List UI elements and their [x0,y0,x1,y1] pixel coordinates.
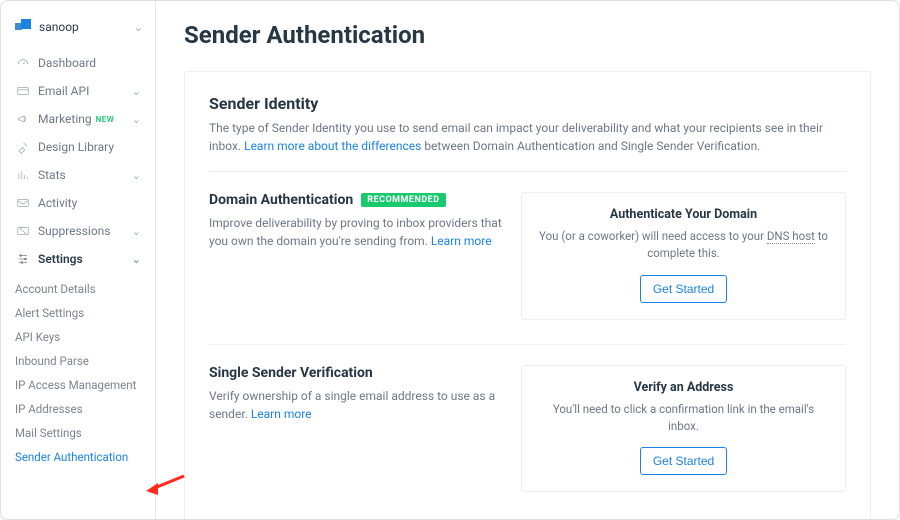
sidebar-item-settings[interactable]: Settings ⌄ [7,245,149,273]
single-sender-title: Single Sender Verification [209,365,373,381]
sidebar-item-design-library[interactable]: Design Library [7,133,149,161]
brand-logo-icon [15,19,31,35]
new-badge: NEW [96,115,115,124]
sidebar-item-activity[interactable]: Activity [7,189,149,217]
subnav-inbound-parse[interactable]: Inbound Parse [9,349,155,373]
nav-label: Email API [38,84,89,98]
subnav-account-details[interactable]: Account Details [9,277,155,301]
recommended-badge: RECOMMENDED [361,193,445,207]
subnav-alert-settings[interactable]: Alert Settings [9,301,155,325]
main-content: Sender Authentication Sender Identity Th… [156,1,899,519]
nav-label: Suppressions [38,224,111,238]
text: between Domain Authentication and Single… [421,139,760,153]
verify-address-desc: You'll need to click a confirmation link… [538,401,829,436]
single-sender-row: Single Sender Verification Verify owners… [209,344,846,493]
domain-auth-description: Improve deliverability by proving to inb… [209,214,503,250]
app-frame: sanoop ⌄ Dashboard Email API ⌄ Marketing… [0,0,900,520]
verify-address-get-started-button[interactable]: Get Started [640,447,727,475]
sliders-icon [15,252,31,266]
user-name: sanoop [39,20,79,34]
chevron-down-icon: ⌄ [132,253,141,266]
page-title: Sender Authentication [184,21,871,49]
sidebar-item-email-api[interactable]: Email API ⌄ [7,77,149,105]
bar-chart-icon [15,168,31,182]
subnav-sender-authentication[interactable]: Sender Authentication [9,445,155,469]
nav-label: Design Library [38,140,114,154]
envelope-icon [15,196,31,210]
chevron-down-icon: ⌄ [134,21,143,34]
pencil-ruler-icon [15,140,31,154]
sidebar-item-marketing[interactable]: Marketing NEW ⌄ [7,105,149,133]
settings-subnav: Account Details Alert Settings API Keys … [1,273,155,469]
subnav-api-keys[interactable]: API Keys [9,325,155,349]
single-sender-description: Verify ownership of a single email addre… [209,387,503,423]
verify-address-title: Verify an Address [538,380,829,395]
sender-identity-description: The type of Sender Identity you use to s… [209,119,846,172]
text: You (or a coworker) will need access to … [539,229,767,243]
subnav-ip-addresses[interactable]: IP Addresses [9,397,155,421]
sidebar-item-stats[interactable]: Stats ⌄ [7,161,149,189]
nav-label: Marketing [38,112,92,126]
sidebar: sanoop ⌄ Dashboard Email API ⌄ Marketing… [1,1,156,519]
sender-identity-card: Sender Identity The type of Sender Ident… [184,71,871,519]
card-icon [15,84,31,98]
nav-label: Stats [38,168,66,182]
nav-label: Settings [38,252,83,266]
chevron-down-icon: ⌄ [132,85,141,98]
authenticate-domain-get-started-button[interactable]: Get Started [640,275,727,303]
verify-address-panel: Verify an Address You'll need to click a… [521,365,846,493]
sidebar-item-suppressions[interactable]: Suppressions ⌄ [7,217,149,245]
domain-auth-learn-more-link[interactable]: Learn more [431,234,492,248]
chevron-down-icon: ⌄ [132,113,141,126]
learn-more-differences-link[interactable]: Learn more about the differences [244,139,421,153]
domain-auth-info: Domain Authentication RECOMMENDED Improv… [209,192,503,320]
nav-label: Dashboard [38,56,96,70]
primary-nav: Dashboard Email API ⌄ Marketing NEW ⌄ De… [1,49,155,273]
single-sender-learn-more-link[interactable]: Learn more [251,407,312,421]
megaphone-icon [15,112,31,126]
sender-identity-heading: Sender Identity [209,94,846,113]
user-menu[interactable]: sanoop ⌄ [1,9,155,49]
authenticate-domain-title: Authenticate Your Domain [538,207,829,222]
gauge-icon [15,56,31,70]
nav-label: Activity [38,196,77,210]
dns-host-term: DNS host [767,229,815,244]
sidebar-item-dashboard[interactable]: Dashboard [7,49,149,77]
authenticate-domain-desc: You (or a coworker) will need access to … [538,228,829,263]
chevron-down-icon: ⌄ [132,225,141,238]
single-sender-info: Single Sender Verification Verify owners… [209,365,503,493]
subnav-ip-access-management[interactable]: IP Access Management [9,373,155,397]
domain-auth-title: Domain Authentication [209,192,353,208]
domain-authentication-row: Domain Authentication RECOMMENDED Improv… [209,172,846,320]
chevron-down-icon: ⌄ [132,169,141,182]
authenticate-domain-panel: Authenticate Your Domain You (or a cowor… [521,192,846,320]
subnav-mail-settings[interactable]: Mail Settings [9,421,155,445]
blocked-envelope-icon [15,224,31,238]
